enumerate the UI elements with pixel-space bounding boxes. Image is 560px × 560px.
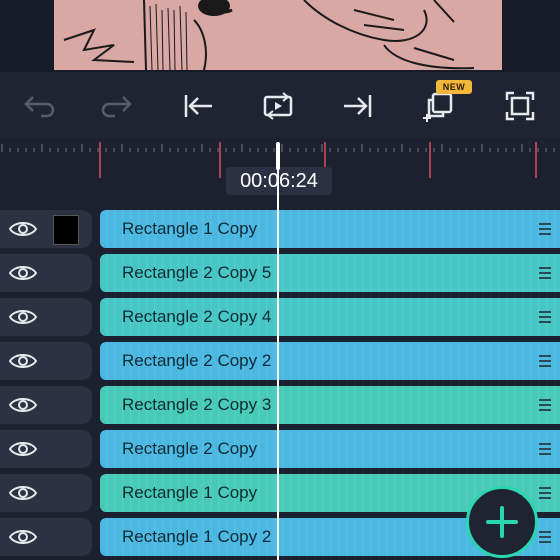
canvas-preview[interactable] <box>0 0 560 72</box>
drag-handle-icon[interactable] <box>538 310 552 324</box>
eye-icon[interactable] <box>8 218 38 240</box>
eye-icon[interactable] <box>8 394 38 416</box>
drag-handle-icon[interactable] <box>538 398 552 412</box>
layer-row: Rectangle 2 Copy <box>0 430 560 470</box>
layer-name: Rectangle 2 Copy 2 <box>122 351 272 370</box>
layer-controls <box>0 430 92 468</box>
jump-end-icon <box>344 95 372 117</box>
drag-handle-icon[interactable] <box>538 266 552 280</box>
layer-row: Rectangle 1 Copy <box>0 210 560 250</box>
layer-track[interactable]: Rectangle 2 Copy 2 <box>100 342 560 380</box>
layer-name: Rectangle 1 Copy <box>122 219 258 238</box>
layer-row: Rectangle 2 Copy 2 <box>0 342 560 382</box>
current-time-label: 00:06:24 <box>226 167 332 195</box>
layer-name: Rectangle 1 Copy 2 <box>122 527 272 546</box>
jump-start-icon <box>184 95 212 117</box>
redo-icon <box>101 96 132 118</box>
plus-icon <box>486 506 518 538</box>
layer-name: Rectangle 2 Copy 3 <box>122 395 272 414</box>
layer-name: Rectangle 2 Copy <box>122 439 258 458</box>
duplicate-icon <box>423 92 453 122</box>
layer-controls <box>0 210 92 248</box>
drag-handle-icon[interactable] <box>538 354 552 368</box>
eye-icon[interactable] <box>8 482 38 504</box>
layer-track[interactable]: Rectangle 1 Copy <box>100 210 560 248</box>
drag-handle-icon[interactable] <box>538 530 552 544</box>
undo-icon <box>24 96 55 118</box>
sketch-illustration <box>54 0 502 70</box>
drag-handle-icon[interactable] <box>538 442 552 456</box>
undo-button[interactable] <box>16 84 60 128</box>
layer-controls <box>0 298 92 336</box>
layer-row: Rectangle 2 Copy 5 <box>0 254 560 294</box>
loop-icon <box>263 92 293 120</box>
artboard <box>54 0 502 70</box>
layer-track[interactable]: Rectangle 2 Copy <box>100 430 560 468</box>
layer-track[interactable]: Rectangle 2 Copy 4 <box>100 298 560 336</box>
layer-track[interactable]: Rectangle 2 Copy 3 <box>100 386 560 424</box>
eye-icon[interactable] <box>8 306 38 328</box>
new-badge: NEW <box>436 80 472 94</box>
layer-name: Rectangle 2 Copy 5 <box>122 263 272 282</box>
eye-icon[interactable] <box>8 262 38 284</box>
layer-controls <box>0 254 92 292</box>
drag-handle-icon[interactable] <box>538 486 552 500</box>
layer-controls <box>0 342 92 380</box>
toolbar <box>0 72 560 138</box>
layer-controls <box>0 518 92 556</box>
add-layer-button[interactable] <box>466 486 538 558</box>
loop-button[interactable] <box>256 84 300 128</box>
drag-handle-icon[interactable] <box>538 222 552 236</box>
layer-controls <box>0 386 92 424</box>
jump-start-button[interactable] <box>176 84 220 128</box>
playhead-handle[interactable] <box>276 142 280 170</box>
layer-name: Rectangle 2 Copy 4 <box>122 307 272 326</box>
layer-name: Rectangle 1 Copy <box>122 483 258 502</box>
playhead[interactable] <box>277 142 279 560</box>
layer-row: Rectangle 2 Copy 3 <box>0 386 560 426</box>
eye-icon[interactable] <box>8 438 38 460</box>
jump-end-button[interactable] <box>336 84 380 128</box>
layer-controls <box>0 474 92 512</box>
fullscreen-icon <box>505 91 535 121</box>
layer-track[interactable]: Rectangle 2 Copy 5 <box>100 254 560 292</box>
layer-row: Rectangle 2 Copy 4 <box>0 298 560 338</box>
layer-color-swatch[interactable] <box>53 215 79 245</box>
eye-icon[interactable] <box>8 350 38 372</box>
redo-button[interactable] <box>96 84 140 128</box>
eye-icon[interactable] <box>8 526 38 548</box>
fullscreen-button[interactable] <box>498 84 542 128</box>
